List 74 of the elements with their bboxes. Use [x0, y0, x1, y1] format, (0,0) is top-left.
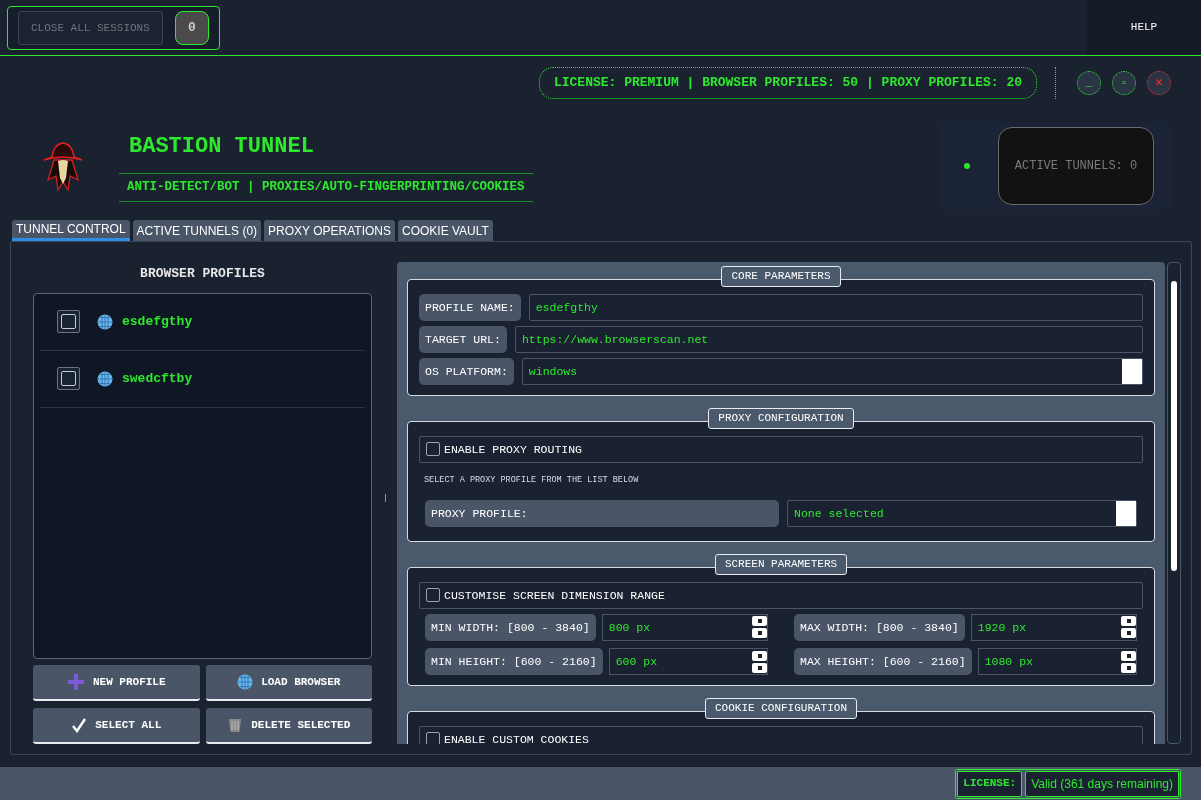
decrement-button[interactable] — [752, 628, 767, 639]
toggle-row[interactable]: ENABLE CUSTOM COOKIES — [419, 725, 1143, 744]
increment-button[interactable] — [1121, 650, 1136, 661]
decrement-button[interactable] — [1121, 628, 1136, 639]
dropdown-button[interactable] — [1122, 359, 1142, 385]
field-label: OS PLATFORM: — [419, 358, 514, 386]
globe-icon — [97, 313, 113, 330]
session-count: 0 — [174, 11, 209, 45]
delete-button[interactable]: DELETE SELECTED — [205, 708, 372, 744]
check-icon — [71, 717, 88, 733]
spin-box[interactable]: 600 px — [608, 648, 768, 676]
dropdown[interactable]: windows — [521, 358, 1143, 386]
section-title: SCREEN PARAMETERS — [714, 554, 848, 575]
section-title: PROXY CONFIGURATION — [708, 408, 854, 429]
checkbox[interactable] — [426, 588, 440, 603]
app-subtitle: ANTI-DETECT/BOT | PROXIES/AUTO-FINGERPRINTING/COOKIES — [119, 173, 533, 202]
checkbox[interactable] — [57, 310, 80, 333]
tab[interactable]: ACTIVE TUNNELS (0) — [132, 220, 262, 241]
trash-icon — [227, 717, 244, 733]
checkbox[interactable] — [57, 367, 80, 390]
globe-icon — [97, 370, 113, 387]
action-button[interactable]: SELECT ALL — [33, 708, 200, 744]
dropdown-button[interactable] — [1116, 500, 1136, 526]
panel-title: BROWSER PROFILES — [139, 265, 266, 283]
field-label: MIN WIDTH: [800 - 3840] — [425, 613, 596, 641]
action-button[interactable]: NEW PROFILE — [33, 665, 200, 701]
field-label: MAX WIDTH: [800 - 3840] — [794, 613, 965, 641]
field-label: MIN HEIGHT: [600 - 2160] — [425, 648, 603, 676]
spin-box[interactable]: 800 px — [601, 613, 768, 641]
toggle-row[interactable]: ENABLE PROXY ROUTING — [419, 435, 1143, 463]
plus-icon — [66, 673, 85, 691]
field-label: PROFILE NAME: — [419, 293, 521, 321]
profile-item[interactable]: swedcftby — [40, 350, 365, 408]
checkbox[interactable] — [426, 732, 440, 744]
tab[interactable]: TUNNEL CONTROL — [12, 220, 130, 241]
help-button[interactable]: HELP — [1087, 0, 1201, 55]
scroll-thumb[interactable] — [1171, 281, 1177, 571]
status-value: Valid (361 days remaining) — [1025, 770, 1179, 797]
spin-box[interactable]: 1920 px — [970, 613, 1137, 641]
spin-box[interactable]: 1080 px — [977, 648, 1137, 676]
active-tunnels-display: ACTIVE TUNNELS: 0 — [998, 127, 1154, 205]
profile-name: esdefgthy — [122, 312, 193, 331]
decrement-button[interactable] — [1121, 662, 1136, 673]
app-title: BASTION TUNNEL — [129, 133, 315, 162]
input-field[interactable]: esdefgthy — [528, 293, 1143, 321]
field-label: PROXY PROFILE: — [425, 499, 779, 527]
checkbox[interactable] — [426, 442, 440, 457]
profile-item[interactable]: esdefgthy — [40, 293, 365, 351]
status-dot — [964, 163, 970, 169]
scrollbar[interactable] — [1167, 262, 1181, 744]
field-label: TARGET URL: — [419, 325, 507, 353]
section-title: CORE PARAMETERS — [721, 266, 841, 287]
globe-icon — [237, 674, 254, 690]
input-field[interactable]: https://www.browserscan.net — [514, 325, 1143, 353]
section-title: COOKIE CONFIGURATION — [705, 698, 857, 719]
tab[interactable]: PROXY OPERATIONS — [264, 220, 395, 241]
hint-text: SELECT A PROXY PROFILE FROM THE LIST BELOW — [423, 474, 640, 487]
checkbox-label: ENABLE CUSTOM COOKIES — [444, 731, 589, 744]
field-label: MAX HEIGHT: [600 - 2160] — [794, 648, 972, 676]
splitter-handle[interactable] — [385, 494, 386, 502]
decrement-button[interactable] — [752, 662, 767, 673]
maximize-button[interactable]: ▫ — [1112, 71, 1136, 95]
increment-button[interactable] — [752, 616, 767, 627]
profile-name: swedcftby — [122, 369, 193, 388]
tab[interactable]: COOKIE VAULT — [397, 220, 493, 241]
checkbox-label: ENABLE PROXY ROUTING — [444, 441, 583, 458]
increment-button[interactable] — [1121, 616, 1136, 627]
minimize-button[interactable]: _ — [1077, 71, 1101, 95]
status-label: LICENSE: — [957, 770, 1023, 797]
dropdown[interactable]: None selected — [787, 499, 1137, 527]
action-button[interactable]: LOAD BROWSER — [205, 665, 372, 701]
toggle-row[interactable]: CUSTOMISE SCREEN DIMENSION RANGE — [419, 581, 1143, 609]
checkbox-label: CUSTOMISE SCREEN DIMENSION RANGE — [444, 587, 665, 604]
increment-button[interactable] — [752, 650, 767, 661]
